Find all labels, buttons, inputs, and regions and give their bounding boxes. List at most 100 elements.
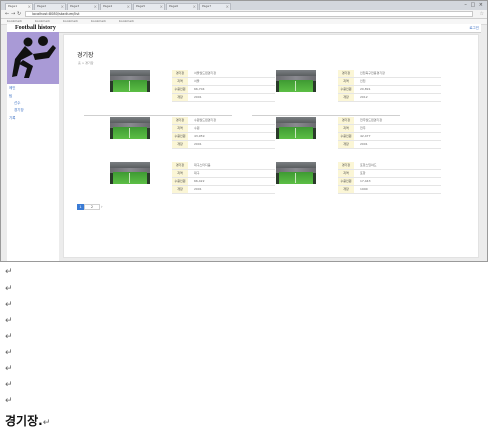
reload-icon[interactable]: ↻: [17, 11, 21, 17]
sidebar-item-records[interactable]: 기록: [9, 116, 15, 121]
browser-tab[interactable]: Page3: [67, 3, 99, 10]
window-controls[interactable]: – □ ×: [464, 2, 484, 8]
row-value: 수원월드컵경기장: [194, 118, 217, 122]
forward-icon[interactable]: →: [11, 11, 15, 17]
info-row: 지역 포항: [338, 170, 441, 178]
row-label: 개장: [172, 186, 188, 193]
bookmark-item[interactable]: bookmark: [63, 19, 78, 23]
page-next-button[interactable]: 2: [84, 204, 100, 210]
row-value: 인천축구전용경기장: [360, 71, 385, 75]
stadium-thumbnail[interactable]: [276, 70, 316, 92]
row-value: 2001: [194, 187, 202, 191]
bookmark-item[interactable]: bookmark: [35, 19, 50, 23]
bookmark-item[interactable]: bookmark: [119, 19, 134, 23]
paragraph-mark: ↵: [5, 348, 13, 358]
row-value: 포항: [360, 171, 366, 175]
header-link[interactable]: 로그인: [469, 26, 479, 31]
row-label: 경기장: [338, 162, 354, 169]
page-title: 경기장: [77, 52, 94, 59]
info-row: 수용인원 43,959: [172, 133, 275, 141]
info-row: 수용인원 17,443: [338, 178, 441, 186]
row-label: 경기장: [338, 117, 354, 124]
row-label: 수용인원: [172, 86, 188, 93]
stadium-card[interactable]: 경기장 인천축구전용경기장 지역 인천 수용인원 20,891 개장 2012: [276, 70, 441, 104]
paragraph-mark: ↵: [5, 316, 13, 326]
info-row: 지역 수원: [172, 125, 275, 133]
row-value: 전주: [360, 126, 366, 130]
paragraph-mark: ↵: [5, 267, 13, 277]
page-current-button[interactable]: 1: [77, 204, 84, 210]
stadium-card[interactable]: 경기장 전주월드컵경기장 지역 전주 수용인원 42,477 개장 2001: [276, 117, 441, 151]
info-row: 개장 2001: [172, 141, 275, 149]
row-label: 지역: [338, 170, 354, 177]
stadium-thumbnail[interactable]: [110, 117, 150, 139]
info-row: 수용인원 20,891: [338, 86, 441, 94]
browser-tab[interactable]: Page6: [166, 3, 198, 10]
stadium-card[interactable]: 경기장 포항스틸야드 지역 포항 수용인원 17,443 개장 1990: [276, 162, 441, 196]
browser-tab[interactable]: Page1: [5, 3, 33, 10]
row-value: 대구: [194, 171, 200, 175]
paragraph-mark: ↵: [5, 300, 13, 310]
row-label: 수용인원: [338, 86, 354, 93]
bookmark-item[interactable]: bookmark: [91, 19, 106, 23]
address-bar-row: ← → ↻ localhost:8080/stadium/list ☆: [1, 10, 487, 19]
stadium-thumbnail[interactable]: [110, 70, 150, 92]
row-label: 경기장: [172, 70, 188, 77]
row-label: 개장: [338, 94, 354, 101]
info-row: 지역 인천: [338, 78, 441, 86]
row-label: 경기장: [172, 117, 188, 124]
row-value: 대구스타디움: [194, 163, 211, 167]
next-arrow-icon[interactable]: ›: [101, 204, 103, 210]
paragraph-mark: ↵: [42, 418, 51, 428]
row-label: 개장: [172, 94, 188, 101]
info-row: 수용인원 66,422: [172, 178, 275, 186]
row-value: 서울: [194, 79, 200, 83]
row-label: 지역: [172, 125, 188, 132]
site-brand[interactable]: Football history: [15, 25, 56, 31]
row-value: 2001: [360, 142, 368, 146]
sidebar-item-stadium[interactable]: 경기장: [14, 108, 24, 113]
bookmark-item[interactable]: bookmark: [7, 19, 22, 23]
browser-tab[interactable]: Page2: [34, 3, 66, 10]
soccer-player-logo-icon[interactable]: [7, 32, 59, 84]
row-label: 지역: [338, 125, 354, 132]
info-row: 경기장 포항스틸야드: [338, 162, 441, 170]
sidebar-item-players[interactable]: 선수: [14, 101, 20, 106]
paragraph-mark: ↵: [5, 380, 13, 390]
browser-tab[interactable]: Page7: [199, 3, 231, 10]
row-label: 경기장: [172, 162, 188, 169]
row-value: 42,477: [360, 134, 371, 138]
info-row: 경기장 인천축구전용경기장: [338, 70, 441, 78]
stadium-card[interactable]: 경기장 서울월드컵경기장 지역 서울 수용인원 66,704 개장 2001: [110, 70, 275, 104]
paragraph-mark: ↵: [5, 364, 13, 374]
url-input[interactable]: localhost:8080/stadium/list: [25, 11, 473, 17]
row-label: 지역: [172, 170, 188, 177]
stadium-card[interactable]: 경기장 대구스타디움 지역 대구 수용인원 66,422 개장 2001: [110, 162, 275, 196]
back-icon[interactable]: ←: [5, 11, 9, 17]
row-label: 개장: [172, 141, 188, 148]
browser-tab[interactable]: Page5: [133, 3, 165, 10]
row-value: 66,422: [194, 179, 205, 183]
row-value: 66,704: [194, 87, 205, 91]
browser-tab[interactable]: Page4: [100, 3, 132, 10]
row-value: 17,443: [360, 179, 371, 183]
row-value: 2012: [360, 95, 368, 99]
sidebar: 메인 팀 선수 경기장 기록: [7, 32, 59, 261]
paragraph-mark: ↵: [5, 284, 13, 294]
main-content: 경기장 홈 > 경기장 경기장 서울월드컵경기장 지역 서울 수용인원 66,704 …: [63, 34, 479, 258]
stadium-thumbnail[interactable]: [276, 162, 316, 184]
row-label: 수용인원: [338, 133, 354, 140]
row-value: 2001: [194, 95, 202, 99]
caption-text: 경기장.: [5, 414, 43, 428]
site-header: Football history 로그인: [7, 24, 481, 33]
sidebar-item-home[interactable]: 메인: [9, 86, 15, 91]
stadium-card[interactable]: 경기장 수원월드컵경기장 지역 수원 수용인원 43,959 개장 2001: [110, 117, 275, 151]
stadium-thumbnail[interactable]: [276, 117, 316, 139]
row-value: 1990: [360, 187, 368, 191]
row-label: 수용인원: [172, 178, 188, 185]
bookmark-star-icon[interactable]: ☆: [480, 11, 484, 17]
sidebar-item-team[interactable]: 팀: [9, 94, 12, 99]
info-row: 경기장 서울월드컵경기장: [172, 70, 275, 78]
stadium-thumbnail[interactable]: [110, 162, 150, 184]
info-row: 수용인원 42,477: [338, 133, 441, 141]
